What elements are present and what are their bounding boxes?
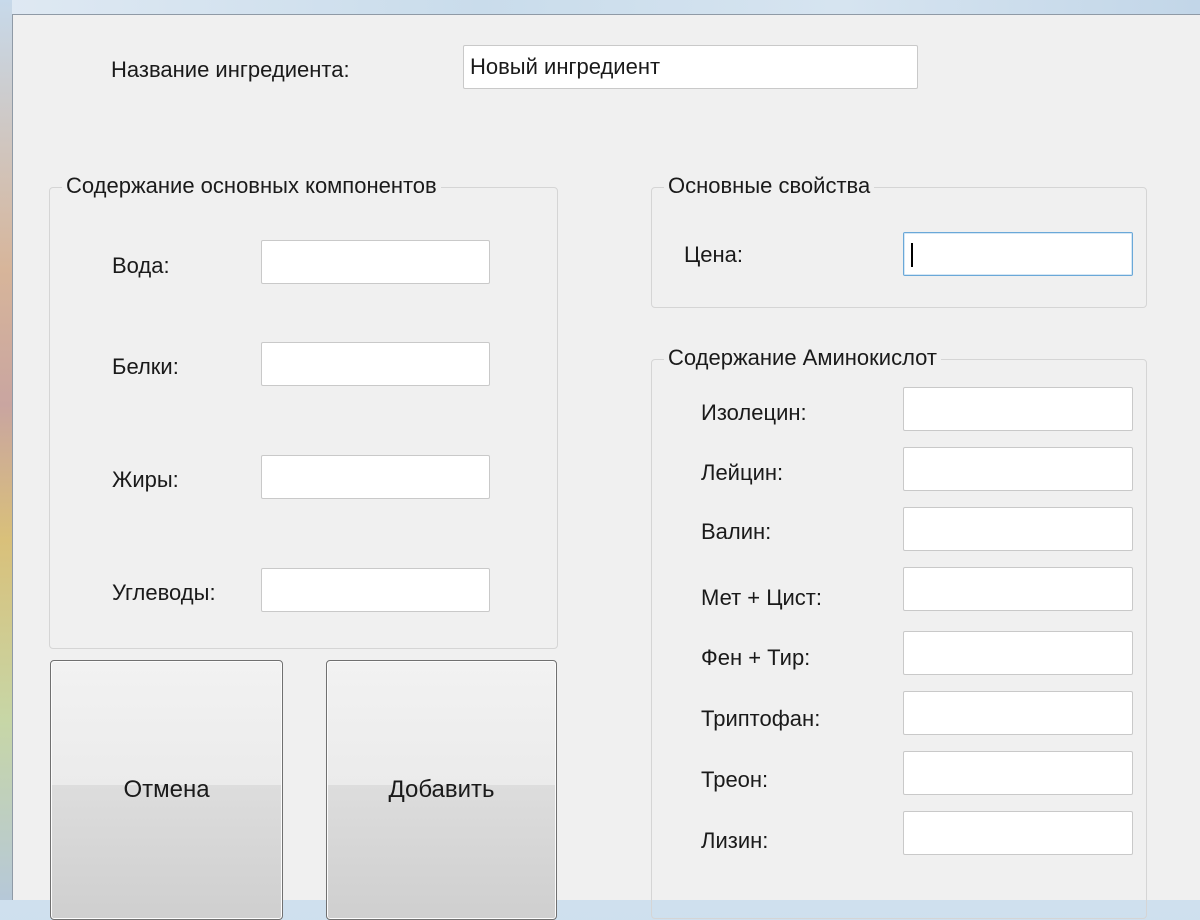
tryptophan-input[interactable] xyxy=(903,691,1133,735)
desktop-background-top xyxy=(0,0,1200,14)
met-cys-input[interactable] xyxy=(903,567,1133,611)
lysine-input[interactable] xyxy=(903,811,1133,855)
valine-label: Валин: xyxy=(701,519,772,544)
main-components-group: Содержание основных компонентов Вода: Бе… xyxy=(49,171,558,649)
price-label: Цена: xyxy=(684,242,744,267)
price-input[interactable] xyxy=(903,232,1133,276)
isoleucine-label: Изолецин: xyxy=(701,400,807,425)
isoleucine-input[interactable] xyxy=(903,387,1133,431)
threonine-input[interactable] xyxy=(903,751,1133,795)
phe-tyr-input[interactable] xyxy=(903,631,1133,675)
fat-input[interactable] xyxy=(261,455,490,499)
properties-group: Основные свойства Цена: xyxy=(651,171,1147,308)
add-button[interactable]: Добавить xyxy=(326,660,557,920)
protein-label: Белки: xyxy=(112,354,179,379)
carbs-input[interactable] xyxy=(261,568,490,612)
amino-acids-title: Содержание Аминокислот xyxy=(664,343,941,373)
water-label: Вода: xyxy=(112,253,170,278)
text-caret xyxy=(911,243,913,267)
cancel-button[interactable]: Отмена xyxy=(50,660,283,920)
protein-input[interactable] xyxy=(261,342,490,386)
phe-tyr-label: Фен + Тир: xyxy=(701,645,811,670)
met-cys-label: Мет + Цист: xyxy=(701,585,822,610)
main-components-title: Содержание основных компонентов xyxy=(62,171,441,201)
fat-label: Жиры: xyxy=(112,467,179,492)
amino-acids-group: Содержание Аминокислот Изолецин: Лейцин:… xyxy=(651,343,1147,919)
valine-input[interactable] xyxy=(903,507,1133,551)
leucine-label: Лейцин: xyxy=(701,460,784,485)
carbs-label: Углеводы: xyxy=(112,580,216,605)
tryptophan-label: Триптофан: xyxy=(701,706,821,731)
lysine-label: Лизин: xyxy=(701,828,769,853)
ingredient-name-label: Название ингредиента: xyxy=(111,57,350,82)
desktop-background-left xyxy=(0,0,12,900)
leucine-input[interactable] xyxy=(903,447,1133,491)
properties-title: Основные свойства xyxy=(664,171,875,201)
ingredient-name-input[interactable] xyxy=(463,45,918,89)
water-input[interactable] xyxy=(261,240,490,284)
threonine-label: Треон: xyxy=(701,767,769,792)
add-ingredient-dialog: Название ингредиента: Содержание основны… xyxy=(12,14,1200,920)
